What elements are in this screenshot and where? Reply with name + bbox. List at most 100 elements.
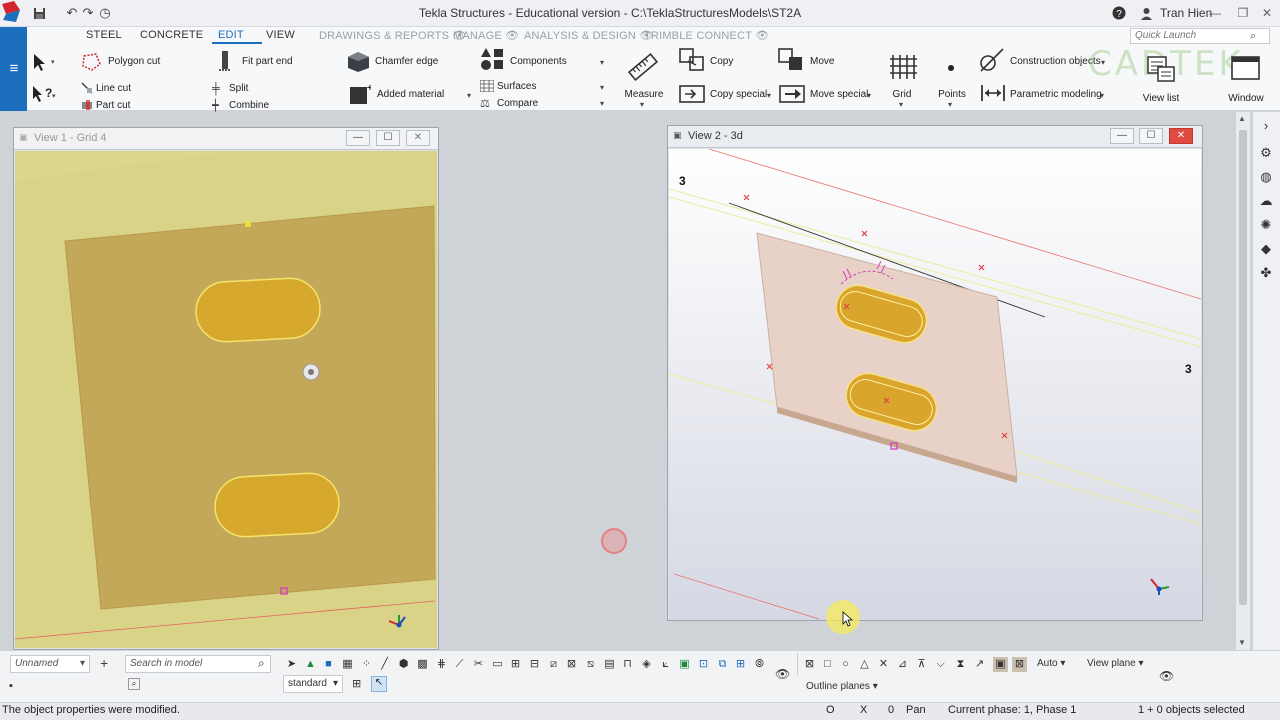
move-special-icon[interactable] bbox=[779, 84, 807, 107]
scroll-down-icon[interactable]: ▼ bbox=[1238, 638, 1246, 647]
search-icon[interactable]: ⌕ bbox=[1250, 30, 1256, 43]
quick-launch-input[interactable]: Quick Launch bbox=[1130, 28, 1270, 44]
view-2-canvas[interactable]: 3 3 bbox=[669, 149, 1201, 620]
select-surface-icon[interactable]: ■ bbox=[321, 657, 336, 672]
snap-line-extension-icon[interactable]: ⊼ bbox=[914, 657, 929, 672]
menu-icon[interactable]: ≡ bbox=[4, 60, 24, 77]
user-name[interactable]: Tran Hien bbox=[1160, 6, 1212, 20]
grid-icon[interactable] bbox=[889, 53, 917, 84]
tab-manage[interactable]: MANAGE 👁 bbox=[453, 29, 519, 42]
select-drawing-icon[interactable]: ▤ bbox=[602, 657, 617, 672]
select-cast-units-icon[interactable]: ⊡ bbox=[696, 657, 711, 672]
chamfer-edge-icon[interactable] bbox=[344, 49, 372, 76]
tab-edit[interactable]: EDIT bbox=[218, 29, 244, 41]
expand-panel-icon[interactable]: › bbox=[1258, 118, 1274, 134]
undo-icon[interactable]: ↶ bbox=[64, 5, 80, 21]
polygon-cut-icon[interactable] bbox=[80, 52, 102, 75]
fit-part-end-button[interactable]: Fit part end bbox=[242, 56, 293, 67]
view-1-minimize-button[interactable]: — bbox=[346, 130, 370, 146]
snap-any-position-icon[interactable]: ⌵ bbox=[933, 657, 948, 672]
split-icon[interactable]: ╪ bbox=[212, 83, 220, 95]
minimize-icon[interactable]: — bbox=[1206, 5, 1224, 21]
added-material-dropdown-icon[interactable]: ▾ bbox=[467, 91, 471, 100]
search-model-input[interactable]: Search in model bbox=[125, 655, 271, 673]
user-icon[interactable] bbox=[1138, 5, 1154, 21]
settings-dropdown[interactable]: standard ▾ bbox=[283, 675, 343, 693]
settings-gear-icon[interactable]: ✺ bbox=[1258, 217, 1274, 233]
part-cut-button[interactable]: Part cut bbox=[96, 100, 130, 111]
surfaces-button[interactable]: Surfaces bbox=[497, 81, 536, 92]
zoom-select-icon[interactable]: ⌕ bbox=[128, 678, 140, 690]
snap-plane-icon[interactable]: ▣ bbox=[993, 657, 1008, 672]
window-button[interactable]: Window bbox=[1224, 93, 1268, 104]
history-icon[interactable]: ◷ bbox=[97, 5, 113, 21]
select-handles-icon[interactable]: ⊓ bbox=[620, 657, 635, 672]
snap-geometry-icon[interactable]: □ bbox=[820, 657, 835, 672]
snap-grid-icon[interactable]: ⊞ bbox=[352, 677, 361, 690]
construction-objects-icon[interactable] bbox=[979, 47, 1005, 76]
compare-dropdown-icon[interactable]: ▾ bbox=[600, 99, 604, 108]
select-assemblies-icon[interactable]: ▣ bbox=[677, 657, 692, 672]
view-1-titlebar[interactable]: ▣ View 1 - Grid 4 — ☐ ✕ bbox=[14, 128, 438, 150]
select-line-icon[interactable]: ╱ bbox=[377, 657, 392, 672]
move-button[interactable]: Move bbox=[810, 56, 834, 67]
move-icon[interactable] bbox=[777, 47, 805, 76]
added-material-button[interactable]: Added material bbox=[377, 89, 444, 100]
help-pointer-icon[interactable]: ? ▾ bbox=[31, 84, 57, 107]
surfaces-dropdown-icon[interactable]: ▾ bbox=[600, 83, 604, 92]
window-icon[interactable] bbox=[1230, 54, 1262, 85]
select-welds-icon[interactable]: ⋕ bbox=[434, 657, 449, 672]
components-button[interactable]: Components bbox=[510, 56, 567, 67]
status-phase[interactable]: Current phase: 1, Phase 1 bbox=[948, 704, 1076, 716]
select-cuts-icon[interactable]: ⟋ bbox=[452, 657, 467, 672]
copy-special-button[interactable]: Copy special bbox=[710, 89, 767, 100]
tab-analysis-design[interactable]: ANALYSIS & DESIGN 👁 bbox=[524, 29, 653, 42]
select-grid-icon[interactable]: ▦ bbox=[340, 657, 355, 672]
copy-icon[interactable] bbox=[678, 47, 706, 76]
tab-concrete[interactable]: CONCRETE bbox=[140, 29, 203, 41]
select-pours-icon[interactable]: ⊠ bbox=[564, 657, 579, 672]
measure-icon[interactable] bbox=[627, 53, 659, 84]
tab-trimble-connect[interactable]: TRIMBLE CONNECT 👁 bbox=[644, 29, 769, 42]
view-list-icon[interactable] bbox=[1146, 55, 1176, 88]
parametric-modeling-icon[interactable] bbox=[980, 83, 1006, 106]
move-special-dropdown-icon[interactable]: ▾ bbox=[867, 91, 871, 100]
tab-view[interactable]: VIEW bbox=[266, 29, 295, 41]
grid-dropdown-icon[interactable]: ▾ bbox=[899, 100, 903, 109]
added-material-icon[interactable]: + bbox=[349, 83, 373, 108]
select-parts-icon[interactable]: ▲ bbox=[303, 657, 318, 672]
combine-button[interactable]: Combine bbox=[229, 100, 269, 111]
points-dropdown-icon[interactable]: ▾ bbox=[948, 100, 952, 109]
visibility-eye-icon[interactable]: 👁 bbox=[775, 667, 790, 681]
scroll-up-icon[interactable]: ▲ bbox=[1238, 114, 1246, 123]
snap-override-icon[interactable]: ⊠ bbox=[1012, 657, 1027, 672]
compare-button[interactable]: Compare bbox=[497, 98, 538, 109]
view-1-canvas[interactable] bbox=[15, 151, 437, 648]
surfaces-icon[interactable] bbox=[479, 79, 495, 95]
close-icon[interactable]: ✕ bbox=[1258, 5, 1276, 21]
globe-icon[interactable]: ◍ bbox=[1258, 169, 1274, 185]
view-1-maximize-button[interactable]: ☐ bbox=[376, 130, 400, 146]
select-rebar-icon[interactable]: ✂ bbox=[471, 657, 486, 672]
outline-planes-dropdown[interactable]: Outline planes ▾ bbox=[806, 681, 878, 692]
snap-mode-dropdown[interactable]: Auto ▾ bbox=[1037, 658, 1065, 669]
view-2-window[interactable]: ▣ View 2 - 3d — ☐ ✕ 3 3 bbox=[667, 125, 1203, 621]
view-plane-dropdown[interactable]: View plane ▾ bbox=[1087, 658, 1144, 669]
view-list-button[interactable]: View list bbox=[1138, 93, 1184, 104]
copy-special-icon[interactable] bbox=[679, 84, 707, 107]
measure-dropdown-icon[interactable]: ▾ bbox=[640, 100, 644, 109]
select-planes-icon[interactable]: ⊞ bbox=[508, 657, 523, 672]
tekla-logo-icon[interactable] bbox=[0, 0, 26, 27]
add-filter-icon[interactable]: + bbox=[100, 655, 108, 671]
snap-reference-icon[interactable]: ⊠ bbox=[802, 657, 817, 672]
selection-filter-dropdown[interactable]: Unnamed ▾ bbox=[10, 655, 90, 673]
parametric-modeling-button[interactable]: Parametric modeling bbox=[1010, 89, 1102, 100]
select-layers-icon[interactable]: ◈ bbox=[639, 657, 654, 672]
measure-button[interactable]: Measure bbox=[622, 89, 666, 100]
components-dropdown-icon[interactable]: ▾ bbox=[600, 58, 604, 67]
select-arrow-icon[interactable]: ▾ bbox=[31, 52, 55, 75]
select-group-icon[interactable]: ⊞ bbox=[733, 657, 748, 672]
line-cut-button[interactable]: Line cut bbox=[96, 83, 131, 94]
delete-icon[interactable]: ▪ bbox=[9, 680, 13, 692]
view-2-close-button[interactable]: ✕ bbox=[1169, 128, 1193, 144]
